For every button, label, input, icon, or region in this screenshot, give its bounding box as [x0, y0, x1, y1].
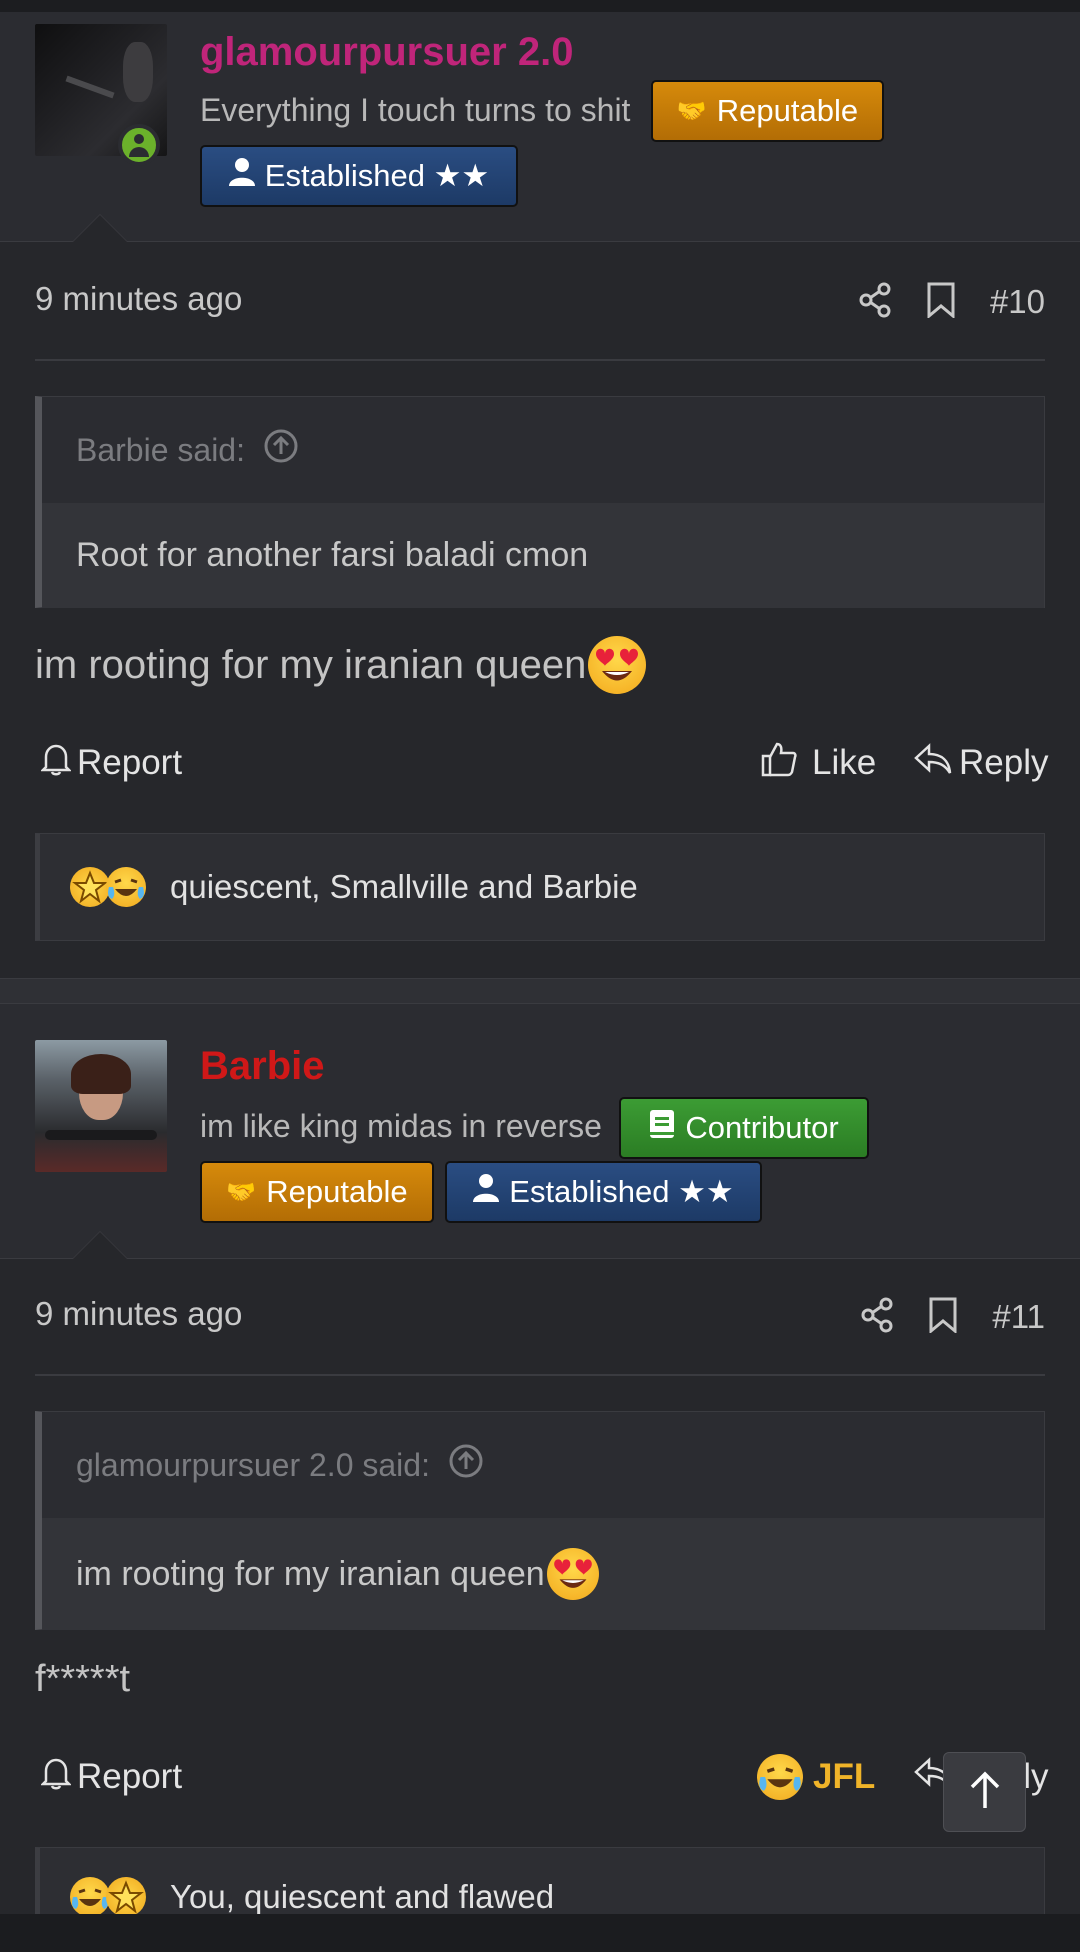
- quote-header[interactable]: glamourpursuer 2.0 said:: [42, 1412, 1044, 1518]
- post-message: f*****t: [35, 1657, 131, 1700]
- heart-eyes-emoji-icon: [588, 636, 647, 694]
- arrow-up-circle-icon[interactable]: [263, 428, 299, 472]
- bookmark-icon[interactable]: [928, 1297, 958, 1338]
- post-divider: [0, 978, 1080, 1004]
- share-icon[interactable]: [860, 1297, 894, 1338]
- star-emoji-icon: [106, 1877, 146, 1917]
- user-icon: [473, 1174, 500, 1210]
- quote-text: Root for another farsi baladi cmon: [42, 503, 1044, 608]
- badge-contributor: Contributor: [619, 1097, 869, 1159]
- heart-eyes-emoji-icon: [546, 1548, 599, 1600]
- badge-established: Established ★★: [200, 145, 518, 207]
- scroll-to-top-button[interactable]: [943, 1752, 1026, 1832]
- post-user-header: glamourpursuer 2.0 Everything I touch tu…: [0, 12, 1080, 242]
- laughing-tears-emoji-icon: [70, 1877, 110, 1917]
- post-arrow: [72, 214, 128, 242]
- divider-line: [35, 1374, 1045, 1376]
- star-emoji-icon: [70, 867, 110, 907]
- bookmark-icon[interactable]: [926, 282, 956, 323]
- avatar[interactable]: [35, 1040, 167, 1172]
- top-strip: [0, 0, 1080, 12]
- laughing-tears-emoji-icon: [757, 1754, 803, 1800]
- post-meta: 9 minutes ago #11: [35, 1287, 1045, 1347]
- post-message: im rooting for my iranian queen: [35, 636, 647, 694]
- thumbs-up-icon: [760, 740, 798, 787]
- report-button[interactable]: Report: [39, 733, 182, 793]
- reaction-names[interactable]: You, quiescent and flawed: [170, 1878, 554, 1916]
- post-number[interactable]: #11: [992, 1298, 1045, 1336]
- online-status-icon: [118, 124, 160, 166]
- post-actions: Report JFL Reply: [35, 1747, 1048, 1807]
- user-icon: [228, 158, 255, 194]
- handshake-icon: 🤝: [226, 1178, 257, 1206]
- username[interactable]: Barbie: [200, 1044, 325, 1089]
- bottom-navigation-bar: [0, 1914, 1080, 1952]
- quote-block: glamourpursuer 2.0 said: im rooting for …: [35, 1411, 1045, 1630]
- laughing-tears-emoji-icon: [106, 867, 146, 907]
- like-button[interactable]: Like: [760, 733, 876, 793]
- user-title: im like king midas in reverse: [200, 1108, 602, 1144]
- reactions-summary[interactable]: quiescent, Smallville and Barbie: [35, 833, 1045, 941]
- reply-icon: [913, 742, 953, 785]
- reaction-names[interactable]: quiescent, Smallville and Barbie: [170, 868, 638, 906]
- quote-block: Barbie said: Root for another farsi bala…: [35, 396, 1045, 608]
- post-actions: Report Like Reply: [35, 733, 1048, 793]
- post-user-header: Barbie im like king midas in reverse Con…: [0, 1004, 1080, 1259]
- username[interactable]: glamourpursuer 2.0: [200, 30, 573, 75]
- badge-established: Established ★★: [445, 1161, 762, 1223]
- report-button[interactable]: Report: [39, 1747, 182, 1807]
- jfl-reaction-button[interactable]: JFL: [757, 1747, 875, 1807]
- post-number[interactable]: #10: [990, 283, 1045, 321]
- arrow-up-icon: [967, 1770, 1003, 1815]
- badge-reputable: 🤝 Reputable: [200, 1161, 434, 1223]
- quote-text: im rooting for my iranian queen: [42, 1518, 1044, 1630]
- quote-header[interactable]: Barbie said:: [42, 397, 1044, 503]
- share-icon[interactable]: [858, 282, 892, 323]
- post-arrow: [72, 1231, 128, 1259]
- handshake-icon: 🤝: [676, 97, 707, 125]
- book-icon: [649, 1109, 675, 1147]
- timestamp[interactable]: 9 minutes ago: [35, 1295, 242, 1333]
- reply-button[interactable]: Reply: [913, 733, 1048, 793]
- user-title: Everything I touch turns to shit: [200, 92, 631, 128]
- bell-icon: [39, 1756, 73, 1799]
- post-meta: 9 minutes ago #10: [35, 272, 1045, 332]
- bell-icon: [39, 742, 73, 785]
- timestamp[interactable]: 9 minutes ago: [35, 280, 242, 318]
- badge-reputable: 🤝 Reputable: [651, 80, 884, 142]
- divider-line: [35, 359, 1045, 361]
- arrow-up-circle-icon[interactable]: [448, 1443, 484, 1487]
